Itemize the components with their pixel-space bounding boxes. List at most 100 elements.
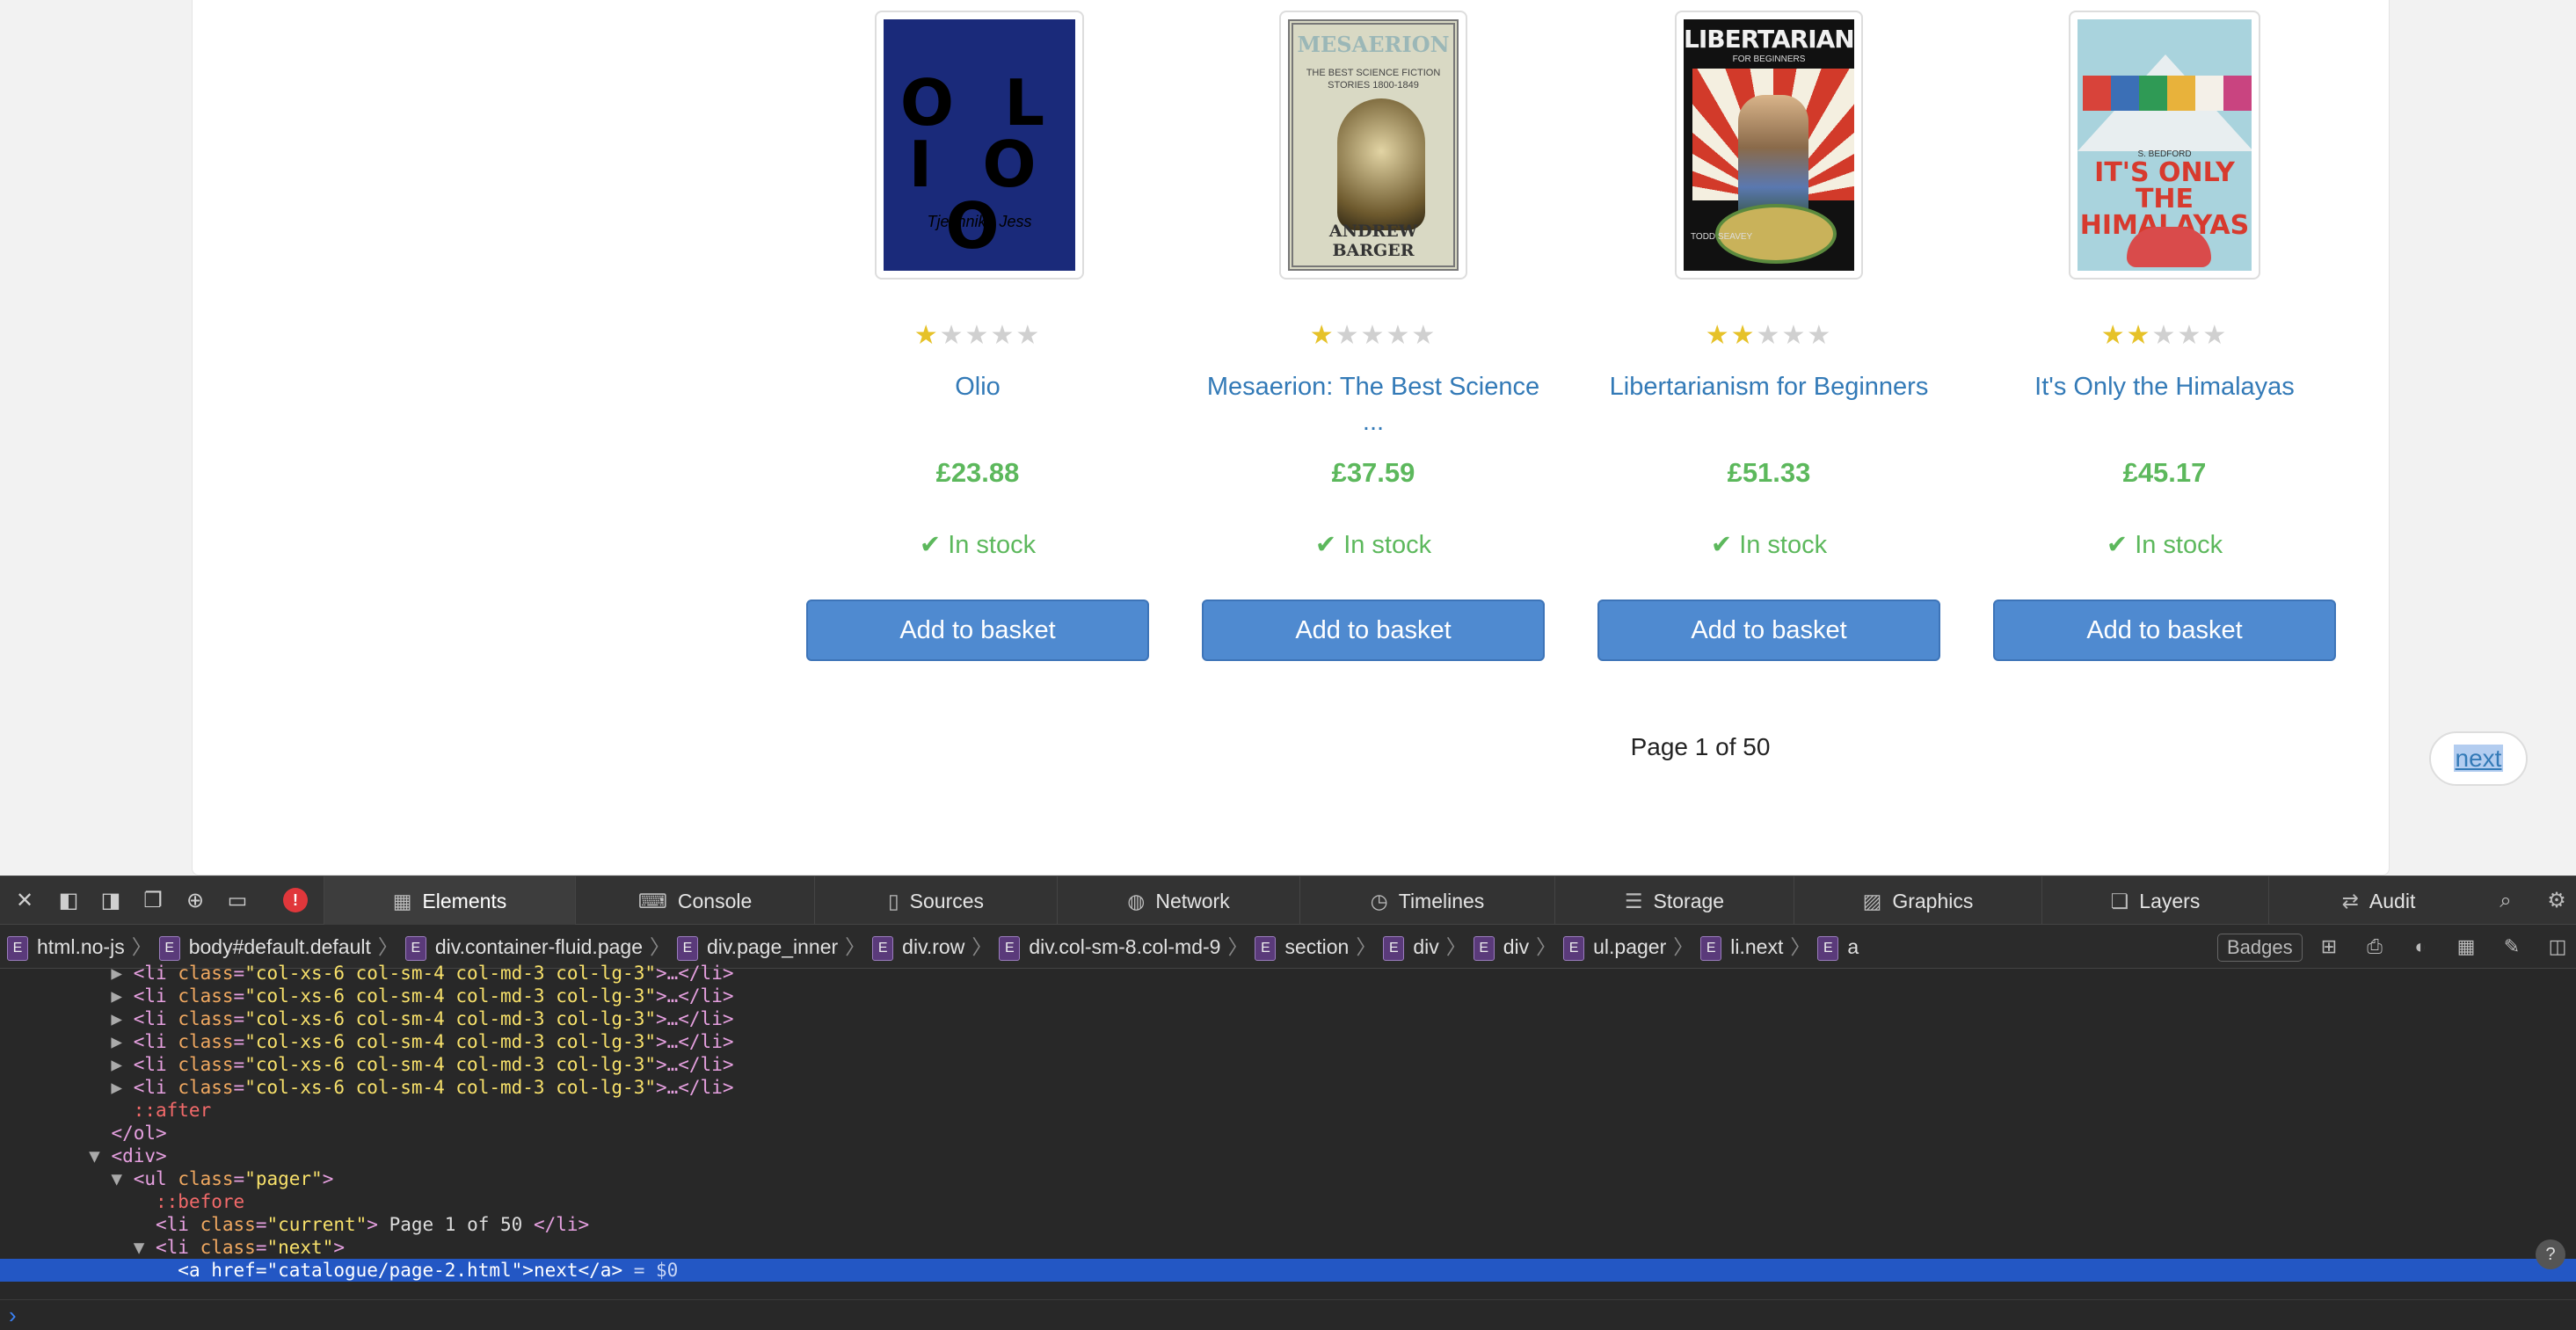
product-title-link[interactable]: It's Only the Himalayas [1993,369,2336,404]
badges-button[interactable]: Badges [2217,934,2303,962]
product-title-link[interactable]: Olio [806,369,1149,404]
breadcrumb-label: html.no-js [37,935,125,958]
dom-pseudo[interactable]: ::after [0,1099,2576,1122]
product-card: LIBERTARIANISM FOR BEGINNERS TODD SEAVEY… [1597,11,1940,661]
close-icon[interactable]: ✕ [11,887,39,915]
sources-icon: ▯ [887,890,899,912]
shoes-illustration [2127,227,2211,267]
breadcrumb-separator-icon: 〉 [1227,935,1248,958]
element-picker-icon[interactable]: ⊕ [181,887,209,915]
product-title-link[interactable]: Libertarianism for Beginners [1597,369,1940,404]
dock-left-icon[interactable]: ◧ [55,887,83,915]
tab-audit[interactable]: ⇄ Audit [2268,876,2488,926]
breadcrumb-label: div.page_inner [706,935,839,958]
breadcrumb-separator-icon: 〉 [1673,935,1694,958]
breadcrumb-separator-icon: 〉 [1445,935,1466,958]
timelines-icon: ◷ [1370,890,1388,912]
pager-next-button[interactable]: next [2429,731,2528,786]
console-icon: ⌨ [637,890,667,912]
tab-layers[interactable]: ❏ Layers [2041,876,2268,926]
dom-node[interactable]: ▼ <li class="next"> [0,1236,2576,1259]
layout-icon[interactable]: ▦ [2453,934,2479,960]
star-rating: ★★★★★ [913,321,1042,350]
dom-node[interactable]: </ol> [0,1122,2576,1145]
next-link[interactable]: next [2453,745,2504,772]
dom-node[interactable]: ▶ <li class="col-xs-6 col-sm-4 col-md-3 … [0,1076,2576,1099]
availability: ✔ In stock [1993,529,2336,560]
search-icon[interactable]: ⌕ [2492,887,2520,915]
breadcrumb-separator-icon: 〉 [649,935,670,958]
cover-subtitle: THE BEST SCIENCE FICTION STORIES 1800-18… [1306,68,1441,91]
dom-node[interactable]: <li class="current"> Page 1 of 50 </li> [0,1213,2576,1236]
tab-label: Sources [909,890,985,912]
tab-label: Network [1155,890,1230,912]
stock-label: In stock [1343,531,1432,559]
audit-icon: ⇄ [2341,890,2359,912]
undock-icon[interactable]: ❐ [139,887,167,915]
tab-elements[interactable]: ▦ Elements [324,876,575,926]
breadcrumb-separator-icon: 〉 [377,935,398,958]
network-icon: ◍ [1127,890,1146,912]
breadcrumb-label: body#default.default [188,935,371,958]
cover-subtitle: FOR BEGINNERS [1732,55,1806,64]
add-to-basket-button[interactable]: Add to basket [806,600,1149,661]
check-icon: ✔ [1314,531,1337,559]
dock-bottom-icon[interactable]: ◨ [97,887,125,915]
book-cover[interactable]: S. BEDFORD IT'S ONLY THE HIMALAYAS [2069,11,2260,280]
add-to-basket-button[interactable]: Add to basket [1202,600,1545,661]
breadcrumb-label: ul.pager [1593,935,1667,958]
cover-image-olio: O L I OO Tjefinnika Jess [884,19,1075,271]
add-to-basket-button[interactable]: Add to basket [1993,600,2336,661]
product-card: MESAERION THE BEST SCIENCE FICTION STORI… [1202,11,1545,661]
dom-node[interactable]: ▶ <li class="col-xs-6 col-sm-4 col-md-3 … [0,1030,2576,1053]
product-price: £51.33 [1727,457,1811,488]
console-prompt[interactable]: › [0,1299,2576,1330]
dom-node[interactable]: ▶ <li class="col-xs-6 col-sm-4 col-md-3 … [0,962,2576,985]
prompt-icon: › [9,1302,17,1328]
breadcrumb-label: div.col-sm-8.col-md-9 [1029,935,1221,958]
prayer-flags-illustration [2083,76,2252,111]
print-icon[interactable]: ⎙ [2361,934,2388,960]
element-badge-icon: E [7,935,28,961]
dom-node[interactable]: ▼ <div> [0,1145,2576,1167]
dom-node[interactable]: ▶ <li class="col-xs-6 col-sm-4 col-md-3 … [0,985,2576,1007]
book-cover[interactable]: O L I OO Tjefinnika Jess [875,11,1084,280]
add-to-basket-button[interactable]: Add to basket [1597,600,1940,661]
balloon-illustration [1337,98,1425,230]
tab-graphics[interactable]: ▨ Graphics [1794,876,2041,926]
product-title-link[interactable]: Mesaerion: The Best Science ... [1206,369,1540,440]
sidebar-toggle-icon[interactable]: ◫ [2544,934,2571,960]
tab-console[interactable]: ⌨ Console [575,876,814,926]
browser-page: O L I OO Tjefinnika Jess ★★★★★ Olio £23.… [0,0,2576,876]
device-icon[interactable]: ▭ [223,887,251,915]
grid-overlay-icon[interactable]: ⊞ [2316,934,2342,960]
breadcrumb-separator-icon: 〉 [971,935,993,958]
dom-node-selected[interactable]: <a href="catalogue/page-2.html">next</a>… [0,1259,2576,1282]
tab-storage[interactable]: ☰ Storage [1554,876,1794,926]
product-card: O L I OO Tjefinnika Jess ★★★★★ Olio £23.… [806,11,1149,661]
error-icon[interactable]: ! [283,888,308,912]
dom-node[interactable]: ▶ <li class="col-xs-6 col-sm-4 col-md-3 … [0,1007,2576,1030]
dom-node[interactable]: ▼ <ul class="pager"> [0,1167,2576,1190]
element-badge-icon: E [676,935,698,961]
elements-icon: ▦ [392,890,412,912]
paint-icon[interactable]: ✎ [2499,934,2525,960]
appearance-icon[interactable]: ◐ [2407,934,2434,960]
tab-sources[interactable]: ▯ Sources [814,876,1057,926]
cover-author: ANDREW BARGER [1328,222,1418,260]
pager-current: Page 1 of 50 [1630,733,1771,760]
help-icon[interactable]: ? [2536,1239,2565,1269]
settings-icon[interactable]: ⚙ [2543,887,2571,915]
tab-network[interactable]: ◍ Network [1057,876,1299,926]
dom-pseudo[interactable]: ::before [0,1190,2576,1213]
book-cover[interactable]: LIBERTARIANISM FOR BEGINNERS TODD SEAVEY [1675,11,1863,280]
book-cover[interactable]: MESAERION THE BEST SCIENCE FICTION STORI… [1279,11,1467,280]
page-inner: O L I OO Tjefinnika Jess ★★★★★ Olio £23.… [192,0,2528,876]
dom-node[interactable]: ▶ <li class="col-xs-6 col-sm-4 col-md-3 … [0,1053,2576,1076]
availability: ✔ In stock [1202,529,1545,560]
web-inspector: ✕ ◧ ◨ ❐ ⊕ ▭ ! ▦ Elements ⌨ Console ▯ Source… [0,876,2576,1330]
check-icon: ✔ [919,531,942,559]
element-badge-icon: E [1473,935,1495,961]
tab-timelines[interactable]: ◷ Timelines [1299,876,1554,926]
inspector-tab-bar: ✕ ◧ ◨ ❐ ⊕ ▭ ! ▦ Elements ⌨ Console ▯ Source… [0,876,2576,926]
